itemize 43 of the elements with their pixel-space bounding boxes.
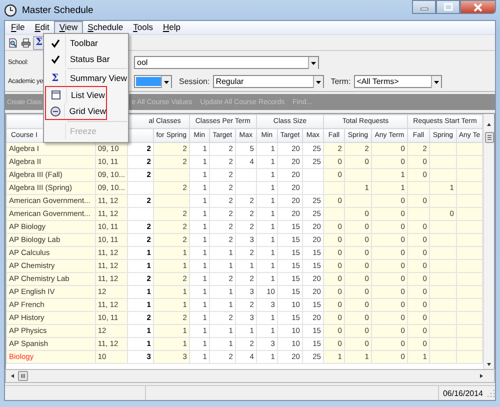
printer-icon [21, 36, 31, 48]
menu-item[interactable]: View [54, 21, 83, 34]
dropdown-arrow-icon [430, 76, 441, 88]
print-preview-button[interactable] [7, 36, 19, 50]
maximize-icon [444, 3, 452, 11]
menu-item[interactable]: List View [46, 87, 106, 103]
close-icon [473, 2, 483, 12]
menu-item[interactable]: Σ Summary View [45, 70, 127, 86]
scroll-thumb-icon[interactable] [484, 132, 494, 143]
field-label: Term: [330, 77, 351, 86]
close-button[interactable] [460, 0, 496, 14]
table-cell [153, 168, 190, 182]
maximize-button[interactable] [436, 0, 460, 14]
print-button[interactable] [20, 36, 32, 50]
dropdown-arrow-icon [161, 76, 171, 88]
window-title: Master Schedule [22, 4, 94, 16]
school-dropdown[interactable]: ool [134, 56, 319, 69]
circle-icon [50, 106, 61, 116]
academic-year-dropdown[interactable] [134, 75, 172, 88]
field-label: Session: [179, 77, 210, 86]
dropdown-arrow-icon [308, 56, 318, 68]
minimize-button[interactable] [412, 0, 436, 14]
session-dropdown[interactable]: Regular [212, 75, 324, 88]
menu-item[interactable]: Schedule [82, 21, 128, 34]
table-cell [153, 194, 190, 208]
horizontal-scrollbar[interactable] [5, 369, 495, 383]
menu-item[interactable]: File [6, 21, 30, 34]
menu-item[interactable]: Edit [30, 21, 54, 34]
dropdown-arrow-icon [312, 76, 323, 88]
vertical-scrollbar[interactable] [483, 114, 494, 369]
menu-item[interactable]: Help [158, 21, 186, 34]
sigma-icon: Σ [51, 72, 59, 84]
document-magnifier-icon [8, 36, 18, 48]
resize-grip-icon [487, 389, 495, 397]
menu-item[interactable]: Toolbar [45, 35, 127, 51]
scroll-thumb-icon[interactable] [18, 371, 28, 381]
menu-item[interactable]: Grid View [46, 103, 106, 119]
clock-icon [4, 4, 17, 16]
menu-item[interactable]: Status Bar [45, 51, 127, 67]
window-icon [51, 90, 61, 100]
term-dropdown[interactable]: <All Terms> [354, 75, 442, 88]
menu-item[interactable]: Tools [128, 21, 158, 34]
status-date: 06/16/2014 [442, 388, 484, 398]
